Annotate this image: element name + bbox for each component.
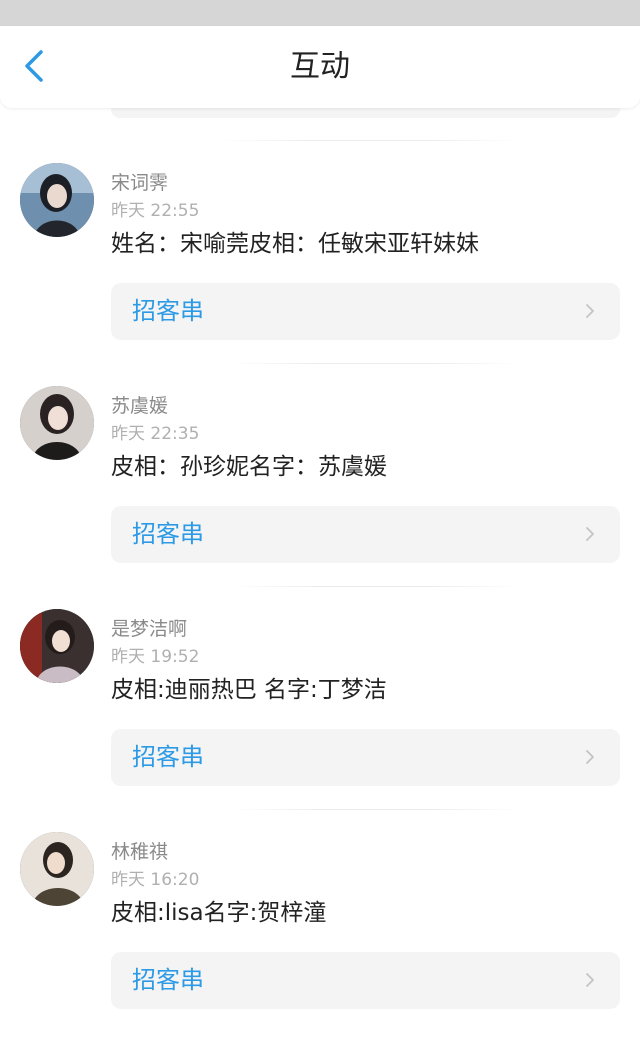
- status-bar: [0, 0, 640, 26]
- chevron-right-icon: [582, 526, 598, 542]
- divider: [230, 586, 520, 587]
- link-card[interactable]: 招客串: [111, 952, 620, 1009]
- avatar-image: [20, 832, 94, 906]
- comment-text: 姓名：宋喻莞皮相：任敏宋亚轩妹妹: [111, 231, 479, 257]
- divider: [230, 809, 520, 810]
- link-card[interactable]: 招客串: [111, 729, 620, 786]
- comment-text: 皮相:lisa名字:贺梓潼: [111, 900, 327, 926]
- list-item: 林稚祺 昨天 16:20 皮相:lisa名字:贺梓潼 招客串: [0, 832, 640, 1054]
- user-name[interactable]: 宋词霁: [111, 168, 168, 195]
- user-name[interactable]: 林稚祺: [111, 837, 168, 864]
- chevron-right-icon: [582, 303, 598, 319]
- link-card-label: 招客串: [132, 297, 204, 325]
- chevron-right-icon: [582, 972, 598, 988]
- divider: [230, 363, 520, 364]
- chevron-right-icon: [582, 749, 598, 765]
- avatar[interactable]: [20, 386, 94, 460]
- link-card[interactable]: 招客串: [111, 506, 620, 563]
- avatar[interactable]: [20, 609, 94, 683]
- timestamp: 昨天 16:20: [111, 870, 200, 890]
- timestamp: 昨天 22:35: [111, 424, 200, 444]
- link-card-label: 招客串: [132, 520, 204, 548]
- link-card-label: 招客串: [132, 743, 204, 771]
- avatar-image: [20, 609, 94, 683]
- avatar-image: [20, 386, 94, 460]
- timestamp: 昨天 22:55: [111, 201, 200, 221]
- link-card[interactable]: 招客串: [111, 283, 620, 340]
- comment-text: 皮相：孙珍妮名字：苏虞媛: [111, 454, 387, 480]
- navigation-bar: 互动: [0, 26, 640, 108]
- avatar[interactable]: [20, 832, 94, 906]
- user-name[interactable]: 苏虞媛: [111, 391, 168, 418]
- link-card-label: 招客串: [132, 966, 204, 994]
- avatar[interactable]: [20, 163, 94, 237]
- timestamp: 昨天 19:52: [111, 647, 200, 667]
- comment-text: 皮相:迪丽热巴 名字:丁梦洁: [111, 677, 387, 703]
- divider: [220, 140, 520, 141]
- page-title: 互动: [290, 49, 350, 84]
- list-item: 苏虞媛 昨天 22:35 皮相：孙珍妮名字：苏虞媛 招客串: [0, 386, 640, 608]
- user-name[interactable]: 是梦洁啊: [111, 614, 187, 641]
- list-item: 宋词霁 昨天 22:55 姓名：宋喻莞皮相：任敏宋亚轩妹妹 招客串: [0, 163, 640, 385]
- avatar-image: [20, 163, 94, 237]
- list-item: 是梦洁啊 昨天 19:52 皮相:迪丽热巴 名字:丁梦洁 招客串: [0, 609, 640, 831]
